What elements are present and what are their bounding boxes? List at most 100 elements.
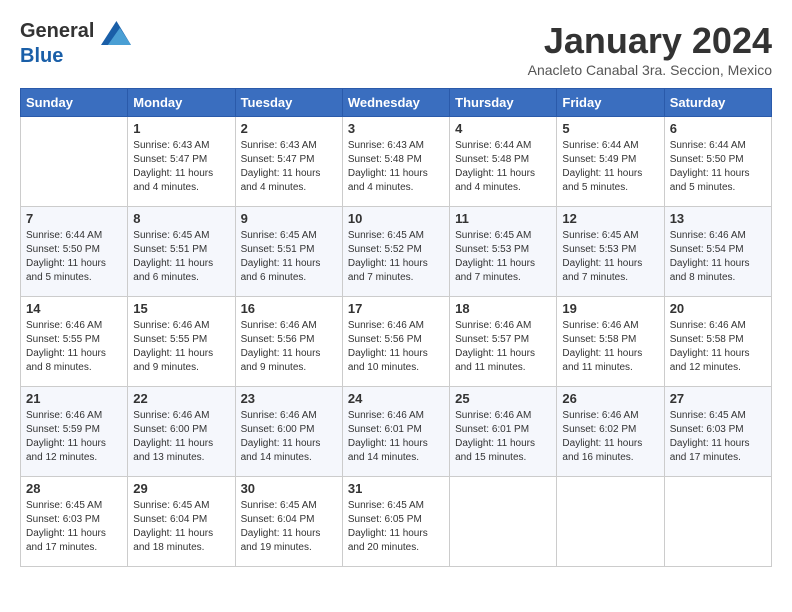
day-info: Sunrise: 6:45 AMSunset: 5:51 PMDaylight:… [241, 229, 337, 285]
day-number: 1 [133, 121, 229, 136]
day-info: Sunrise: 6:45 AMSunset: 6:05 PMDaylight:… [348, 499, 444, 555]
day-info: Sunrise: 6:46 AMSunset: 5:58 PMDaylight:… [670, 319, 766, 375]
week-row-5: 28 Sunrise: 6:45 AMSunset: 6:03 PMDayligh… [21, 477, 772, 567]
days-header-row: SundayMondayTuesdayWednesdayThursdayFrid… [21, 89, 772, 117]
calendar-cell: 12 Sunrise: 6:45 AMSunset: 5:53 PMDayligh… [557, 207, 664, 297]
day-info: Sunrise: 6:45 AMSunset: 6:03 PMDaylight:… [26, 499, 122, 555]
day-info: Sunrise: 6:46 AMSunset: 5:56 PMDaylight:… [348, 319, 444, 375]
calendar-cell: 27 Sunrise: 6:45 AMSunset: 6:03 PMDayligh… [664, 387, 771, 477]
logo-blue-text: Blue [20, 45, 63, 67]
calendar-cell: 28 Sunrise: 6:45 AMSunset: 6:03 PMDayligh… [21, 477, 128, 567]
calendar-cell: 20Sunrise: 6:46 AMSunset: 5:58 PMDayligh… [664, 297, 771, 387]
day-info: Sunrise: 6:44 AMSunset: 5:49 PMDaylight:… [562, 139, 658, 195]
week-row-1: 1 Sunrise: 6:43 AMSunset: 5:47 PMDaylight… [21, 117, 772, 207]
day-number: 12 [562, 211, 658, 226]
day-number: 18 [455, 301, 551, 316]
day-number: 6 [670, 121, 766, 136]
day-number: 3 [348, 121, 444, 136]
day-info: Sunrise: 6:45 AMSunset: 6:03 PMDaylight:… [670, 409, 766, 465]
day-number: 15 [133, 301, 229, 316]
day-info: Sunrise: 6:44 AMSunset: 5:50 PMDaylight:… [26, 229, 122, 285]
calendar-cell: 3 Sunrise: 6:43 AMSunset: 5:48 PMDaylight… [342, 117, 449, 207]
day-number: 19 [562, 301, 658, 316]
day-info: Sunrise: 6:46 AMSunset: 6:01 PMDaylight:… [455, 409, 551, 465]
calendar-cell: 30 Sunrise: 6:45 AMSunset: 6:04 PMDayligh… [235, 477, 342, 567]
calendar-cell: 1Sunrise: 6:43 AMSunset: 5:47 PMDaylight… [128, 117, 235, 207]
week-row-3: 14 Sunrise: 6:46 AMSunset: 5:55 PMDayligh… [21, 297, 772, 387]
calendar-cell: 17 Sunrise: 6:46 AMSunset: 5:56 PMDayligh… [342, 297, 449, 387]
day-number: 9 [241, 211, 337, 226]
calendar-cell: 11Sunrise: 6:45 AMSunset: 5:53 PMDayligh… [450, 207, 557, 297]
day-info: Sunrise: 6:46 AMSunset: 5:58 PMDaylight:… [562, 319, 658, 375]
day-info: Sunrise: 6:46 AMSunset: 6:02 PMDaylight:… [562, 409, 658, 465]
day-header-saturday: Saturday [664, 89, 771, 117]
calendar-cell: 14 Sunrise: 6:46 AMSunset: 5:55 PMDayligh… [21, 297, 128, 387]
day-info: Sunrise: 6:43 AMSunset: 5:48 PMDaylight:… [348, 139, 444, 195]
day-info: Sunrise: 6:43 AMSunset: 5:47 PMDaylight:… [241, 139, 337, 195]
day-number: 17 [348, 301, 444, 316]
day-number: 7 [26, 211, 122, 226]
day-info: Sunrise: 6:46 AMSunset: 5:59 PMDaylight:… [26, 409, 122, 465]
day-number: 13 [670, 211, 766, 226]
week-row-2: 7 Sunrise: 6:44 AMSunset: 5:50 PMDaylight… [21, 207, 772, 297]
day-number: 5 [562, 121, 658, 136]
calendar-cell: 4 Sunrise: 6:44 AMSunset: 5:48 PMDaylight… [450, 117, 557, 207]
day-info: Sunrise: 6:46 AMSunset: 5:54 PMDaylight:… [670, 229, 766, 285]
day-info: Sunrise: 6:45 AMSunset: 6:04 PMDaylight:… [133, 499, 229, 555]
day-info: Sunrise: 6:46 AMSunset: 5:57 PMDaylight:… [455, 319, 551, 375]
day-number: 28 [26, 481, 122, 496]
header: General Blue January 2024 Anacleto Canab… [20, 20, 772, 78]
day-info: Sunrise: 6:44 AMSunset: 5:50 PMDaylight:… [670, 139, 766, 195]
day-number: 4 [455, 121, 551, 136]
calendar-cell: 6 Sunrise: 6:44 AMSunset: 5:50 PMDaylight… [664, 117, 771, 207]
calendar-cell: 10Sunrise: 6:45 AMSunset: 5:52 PMDayligh… [342, 207, 449, 297]
calendar-cell [450, 477, 557, 567]
calendar-cell: 18 Sunrise: 6:46 AMSunset: 5:57 PMDayligh… [450, 297, 557, 387]
day-info: Sunrise: 6:46 AMSunset: 5:56 PMDaylight:… [241, 319, 337, 375]
day-info: Sunrise: 6:46 AMSunset: 6:00 PMDaylight:… [241, 409, 337, 465]
day-info: Sunrise: 6:45 AMSunset: 6:04 PMDaylight:… [241, 499, 337, 555]
day-number: 27 [670, 391, 766, 406]
calendar-cell: 13 Sunrise: 6:46 AMSunset: 5:54 PMDayligh… [664, 207, 771, 297]
day-number: 2 [241, 121, 337, 136]
day-info: Sunrise: 6:46 AMSunset: 6:01 PMDaylight:… [348, 409, 444, 465]
calendar-cell: 21 Sunrise: 6:46 AMSunset: 5:59 PMDayligh… [21, 387, 128, 477]
calendar-cell: 15Sunrise: 6:46 AMSunset: 5:55 PMDayligh… [128, 297, 235, 387]
calendar-cell: 26 Sunrise: 6:46 AMSunset: 6:02 PMDayligh… [557, 387, 664, 477]
day-number: 22 [133, 391, 229, 406]
day-header-tuesday: Tuesday [235, 89, 342, 117]
calendar-cell [557, 477, 664, 567]
day-number: 30 [241, 481, 337, 496]
day-header-sunday: Sunday [21, 89, 128, 117]
day-number: 11 [455, 211, 551, 226]
day-number: 29 [133, 481, 229, 496]
day-header-monday: Monday [128, 89, 235, 117]
calendar-cell: 2 Sunrise: 6:43 AMSunset: 5:47 PMDaylight… [235, 117, 342, 207]
calendar-cell: 24Sunrise: 6:46 AMSunset: 6:01 PMDayligh… [342, 387, 449, 477]
title-area: January 2024 Anacleto Canabal 3ra. Secci… [528, 20, 772, 78]
day-number: 26 [562, 391, 658, 406]
day-info: Sunrise: 6:46 AMSunset: 5:55 PMDaylight:… [26, 319, 122, 375]
day-number: 21 [26, 391, 122, 406]
day-number: 10 [348, 211, 444, 226]
day-number: 8 [133, 211, 229, 226]
calendar-cell: 9 Sunrise: 6:45 AMSunset: 5:51 PMDaylight… [235, 207, 342, 297]
day-info: Sunrise: 6:45 AMSunset: 5:51 PMDaylight:… [133, 229, 229, 285]
calendar-subtitle: Anacleto Canabal 3ra. Seccion, Mexico [528, 62, 772, 78]
calendar-cell: 31Sunrise: 6:45 AMSunset: 6:05 PMDayligh… [342, 477, 449, 567]
calendar-cell: 29 Sunrise: 6:45 AMSunset: 6:04 PMDayligh… [128, 477, 235, 567]
day-header-wednesday: Wednesday [342, 89, 449, 117]
calendar-cell: 16 Sunrise: 6:46 AMSunset: 5:56 PMDayligh… [235, 297, 342, 387]
calendar-cell [664, 477, 771, 567]
day-info: Sunrise: 6:44 AMSunset: 5:48 PMDaylight:… [455, 139, 551, 195]
calendar-title: January 2024 [528, 20, 772, 62]
calendar-cell: 23Sunrise: 6:46 AMSunset: 6:00 PMDayligh… [235, 387, 342, 477]
day-info: Sunrise: 6:45 AMSunset: 5:53 PMDaylight:… [562, 229, 658, 285]
logo-text: General [20, 20, 94, 42]
calendar-cell: 22Sunrise: 6:46 AMSunset: 6:00 PMDayligh… [128, 387, 235, 477]
day-number: 16 [241, 301, 337, 316]
calendar-cell: 25Sunrise: 6:46 AMSunset: 6:01 PMDayligh… [450, 387, 557, 477]
calendar-cell: 7 Sunrise: 6:44 AMSunset: 5:50 PMDaylight… [21, 207, 128, 297]
week-row-4: 21 Sunrise: 6:46 AMSunset: 5:59 PMDayligh… [21, 387, 772, 477]
day-number: 14 [26, 301, 122, 316]
